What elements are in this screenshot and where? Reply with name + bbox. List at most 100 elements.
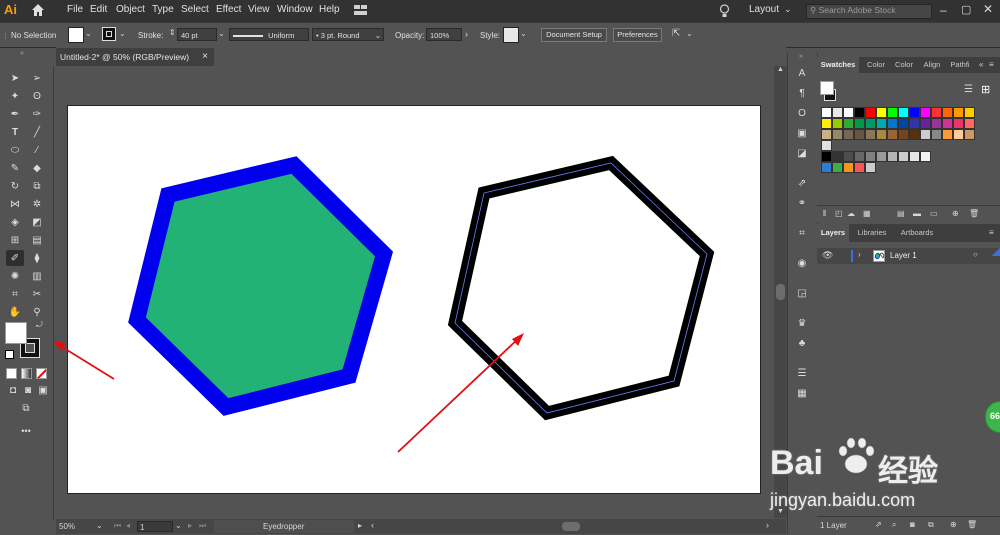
fill-color-swatch[interactable]	[68, 27, 84, 43]
chevron-down-icon[interactable]: ⌄	[784, 4, 792, 15]
export-panel-icon[interactable]: ⇗	[795, 177, 809, 191]
artboard-number-input[interactable]: 1	[137, 521, 173, 532]
color-swatch[interactable]	[909, 107, 920, 118]
eraser-tool-icon[interactable]: ◆	[30, 162, 44, 176]
color-swatch[interactable]	[832, 107, 843, 118]
arrange-dropdown-icon[interactable]: ⌄	[686, 29, 693, 38]
color-swatch[interactable]	[821, 129, 832, 140]
direct-selection-tool-icon[interactable]: ➢	[30, 72, 44, 86]
color-swatch[interactable]	[832, 162, 843, 173]
lightbulb-icon[interactable]	[719, 4, 730, 18]
add-to-library-icon[interactable]: ☁	[847, 209, 855, 218]
color-swatch[interactable]	[876, 118, 887, 129]
mesh-tool-icon[interactable]: ⊞	[8, 234, 22, 248]
layers-panel-menu-icon[interactable]: ≡	[989, 228, 994, 237]
appearance-panel-icon[interactable]: ◉	[795, 257, 809, 271]
menu-select[interactable]: Select	[181, 4, 209, 15]
color-swatch[interactable]	[843, 151, 854, 162]
list-view-icon[interactable]: ☰	[964, 84, 973, 95]
swap-fill-stroke-icon[interactable]: ⤾	[36, 320, 43, 330]
magic-wand-tool-icon[interactable]: ✦	[8, 90, 22, 104]
last-artboard-icon[interactable]: ⏭	[199, 521, 206, 531]
color-swatch[interactable]	[920, 129, 931, 140]
new-swatch-icon[interactable]: ⊕	[952, 209, 959, 218]
status-expand-icon[interactable]: ▸	[358, 521, 362, 530]
minimize-icon[interactable]: –	[940, 3, 947, 17]
color-swatch[interactable]	[876, 129, 887, 140]
scroll-up-icon[interactable]: ▲	[777, 66, 784, 73]
delete-layer-icon[interactable]: 🗑	[967, 520, 977, 529]
color-swatch[interactable]	[821, 107, 832, 118]
color-swatch[interactable]	[821, 118, 832, 129]
new-color-group-icon[interactable]: ▬	[913, 209, 921, 218]
menu-object[interactable]: Object	[116, 4, 145, 15]
eyedropper-tool-icon[interactable]: ✐	[8, 252, 22, 266]
color-swatch[interactable]	[821, 151, 832, 162]
workspace-switcher[interactable]: Layout	[749, 4, 779, 15]
preferences-button[interactable]: Preferences	[613, 28, 662, 42]
first-artboard-icon[interactable]: ⏮	[114, 521, 121, 531]
ellipse-tool-icon[interactable]: ⬭	[8, 144, 22, 158]
vertical-scroll-thumb[interactable]	[776, 284, 785, 300]
artboard-dropdown-icon[interactable]: ⌄	[175, 521, 182, 530]
panel-collapse-icon[interactable]: «	[979, 60, 983, 69]
color-swatch[interactable]	[909, 151, 920, 162]
document-tab[interactable]: Untitled-2* @ 50% (RGB/Preview) ×	[56, 48, 214, 66]
color-swatch[interactable]	[854, 151, 865, 162]
hand-tool-icon[interactable]: ✋	[8, 306, 22, 320]
color-swatch[interactable]	[887, 151, 898, 162]
tab-align[interactable]: Align	[919, 57, 945, 73]
type-tool-icon[interactable]: T	[8, 126, 22, 140]
color-swatch[interactable]	[953, 107, 964, 118]
gradient-tool-icon[interactable]: ▤	[30, 234, 44, 248]
blend-tool-icon[interactable]: ⧫	[30, 252, 44, 266]
shape-builder-tool-icon[interactable]: ◈	[8, 216, 22, 230]
make-clipping-mask-icon[interactable]: ◙	[910, 520, 915, 529]
color-swatch[interactable]	[898, 118, 909, 129]
paragraph-panel-icon[interactable]: ¶	[795, 87, 809, 101]
color-swatch[interactable]	[898, 151, 909, 162]
color-swatch[interactable]	[898, 107, 909, 118]
tab-libraries[interactable]: Libraries	[853, 224, 891, 242]
stroke-panel-icon[interactable]: ☰	[795, 367, 809, 381]
brushes-panel-icon[interactable]: ♣	[795, 337, 809, 351]
swatch-fill-indicator[interactable]	[820, 81, 834, 95]
locate-object-icon[interactable]: ⌕	[892, 520, 896, 530]
character-panel-icon[interactable]: A	[795, 67, 809, 81]
prev-artboard-icon[interactable]: ◂	[126, 521, 130, 530]
symbol-sprayer-tool-icon[interactable]: ✺	[8, 270, 22, 284]
swatch-library-icon[interactable]: ⫴	[823, 209, 826, 219]
width-tool-icon[interactable]: ⋈	[8, 198, 22, 212]
color-swatch[interactable]	[942, 107, 953, 118]
tab-layers[interactable]: Layers	[817, 224, 849, 242]
new-sublayer-icon[interactable]: ⧉	[928, 520, 934, 530]
color-swatch[interactable]	[821, 162, 832, 173]
color-swatch[interactable]	[931, 107, 942, 118]
glyphs-panel-icon[interactable]: ▣	[795, 127, 809, 141]
color-swatch[interactable]	[887, 118, 898, 129]
target-circle-icon[interactable]: ○	[973, 250, 978, 259]
color-swatch[interactable]	[876, 151, 887, 162]
color-swatch[interactable]	[843, 118, 854, 129]
close-tab-icon[interactable]: ×	[202, 48, 208, 66]
stroke-weight-input[interactable]: 40 pt	[177, 28, 217, 41]
color-swatch[interactable]	[942, 118, 953, 129]
stroke-profile-select[interactable]: Uniform	[229, 28, 309, 41]
draw-behind-icon[interactable]: ◙	[21, 384, 35, 398]
color-swatch[interactable]	[920, 107, 931, 118]
color-swatch[interactable]	[843, 129, 854, 140]
color-swatch[interactable]	[931, 118, 942, 129]
tab-color[interactable]: Color	[891, 57, 917, 73]
color-swatch[interactable]	[964, 129, 975, 140]
color-swatch[interactable]	[865, 151, 876, 162]
tab-pathfinder[interactable]: Pathfi	[947, 57, 973, 73]
transform-panel-icon[interactable]: ⌗	[795, 227, 809, 241]
new-folder-icon[interactable]: ▭	[930, 209, 938, 218]
color-swatch[interactable]	[887, 129, 898, 140]
color-swatch[interactable]	[865, 118, 876, 129]
document-setup-button[interactable]: Document Setup	[541, 28, 607, 42]
pen-tool-icon[interactable]: ✒	[8, 108, 22, 122]
menu-edit[interactable]: Edit	[90, 4, 107, 15]
brush-select[interactable]: • 3 pt. Round ⌄	[312, 28, 384, 41]
color-swatch[interactable]	[964, 118, 975, 129]
